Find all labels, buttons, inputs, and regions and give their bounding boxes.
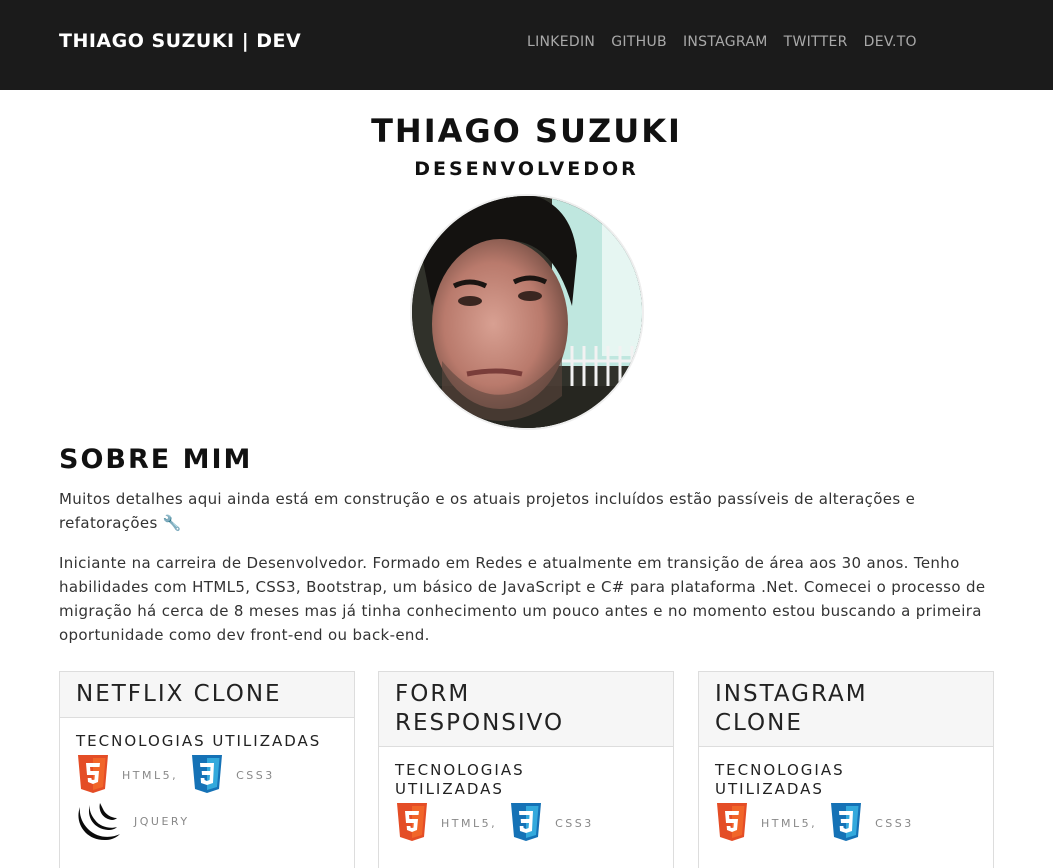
tech-list: HTML5, CSS3: [395, 803, 657, 847]
card-header: FORM RESPONSIVO: [379, 672, 673, 747]
tech-item-html5: HTML5,: [395, 803, 497, 843]
card-body: TECNOLOGIAS UTILIZADAS HTML5, CSS3: [379, 747, 673, 861]
card-body: TECNOLOGIAS UTILIZADAS HTML5, CSS3: [699, 747, 993, 861]
tech-label: HTML5,: [761, 816, 818, 830]
tech-item-html5: HTML5,: [715, 803, 817, 843]
html5-logo-icon: [78, 755, 108, 793]
tech-item-css3: CSS3: [509, 803, 594, 843]
about-title: SOBRE MIM: [59, 444, 253, 475]
hero-name: THIAGO SUZUKI: [371, 112, 682, 150]
tech-label: CSS3: [236, 768, 275, 782]
project-card-netflix: NETFLIX CLONE TECNOLOGIAS UTILIZADAS HTM…: [59, 671, 355, 868]
tech-title: TECNOLOGIAS UTILIZADAS: [395, 761, 525, 798]
tech-label: CSS3: [875, 816, 914, 830]
navbar: THIAGO SUZUKI | DEV LINKEDIN GITHUB INST…: [0, 0, 1053, 90]
jquery-logo-icon: [78, 803, 120, 841]
project-card-instagram: INSTAGRAM CLONE TECNOLOGIAS UTILIZADAS H…: [698, 671, 994, 868]
tech-list: HTML5, CSS3 JQUERY: [76, 755, 338, 847]
card-title: FORM RESPONSIVO: [395, 681, 565, 736]
nav-link-twitter[interactable]: TWITTER: [784, 34, 848, 50]
tech-title: TECNOLOGIAS UTILIZADAS: [76, 732, 322, 750]
about-paragraph-2: Iniciante na carreira de Desenvolvedor. …: [59, 554, 986, 644]
tech-title: TECNOLOGIAS UTILIZADAS: [715, 761, 845, 798]
html5-logo-icon: [717, 803, 747, 841]
tech-item-html5: HTML5,: [76, 755, 178, 795]
tech-item-css3: CSS3: [829, 803, 914, 843]
tech-list: HTML5, CSS3: [715, 803, 977, 847]
avatar: [410, 194, 644, 430]
nav-link-github[interactable]: GITHUB: [611, 34, 667, 50]
nav-link-devto[interactable]: DEV.TO: [864, 34, 917, 50]
hero-role: DESENVOLVEDOR: [414, 158, 639, 180]
css3-logo-icon: [192, 755, 223, 793]
tech-label: JQUERY: [134, 814, 190, 828]
nav-link-linkedin[interactable]: LINKEDIN: [527, 34, 595, 50]
nav-link-instagram[interactable]: INSTAGRAM: [683, 34, 768, 50]
tech-label: HTML5,: [122, 768, 179, 782]
card-title: INSTAGRAM CLONE: [715, 681, 868, 736]
card-body: TECNOLOGIAS UTILIZADAS HTML5, CSS3: [60, 718, 354, 861]
brand-link[interactable]: THIAGO SUZUKI | DEV: [59, 30, 301, 52]
card-header: NETFLIX CLONE: [60, 672, 354, 718]
tech-item-css3: CSS3: [190, 755, 275, 795]
tech-label: CSS3: [555, 816, 594, 830]
tech-label: HTML5,: [441, 816, 498, 830]
avatar-photo: [412, 196, 642, 428]
card-header: INSTAGRAM CLONE: [699, 672, 993, 747]
tech-item-jquery: JQUERY: [76, 799, 190, 843]
html5-logo-icon: [397, 803, 427, 841]
css3-logo-icon: [831, 803, 862, 841]
nav-links: LINKEDIN GITHUB INSTAGRAM TWITTER DEV.TO: [527, 34, 917, 50]
css3-logo-icon: [511, 803, 542, 841]
project-card-form: FORM RESPONSIVO TECNOLOGIAS UTILIZADAS H…: [378, 671, 674, 868]
about-paragraph-1: Muitos detalhes aqui ainda está em const…: [59, 490, 916, 532]
card-title: NETFLIX CLONE: [76, 681, 282, 707]
